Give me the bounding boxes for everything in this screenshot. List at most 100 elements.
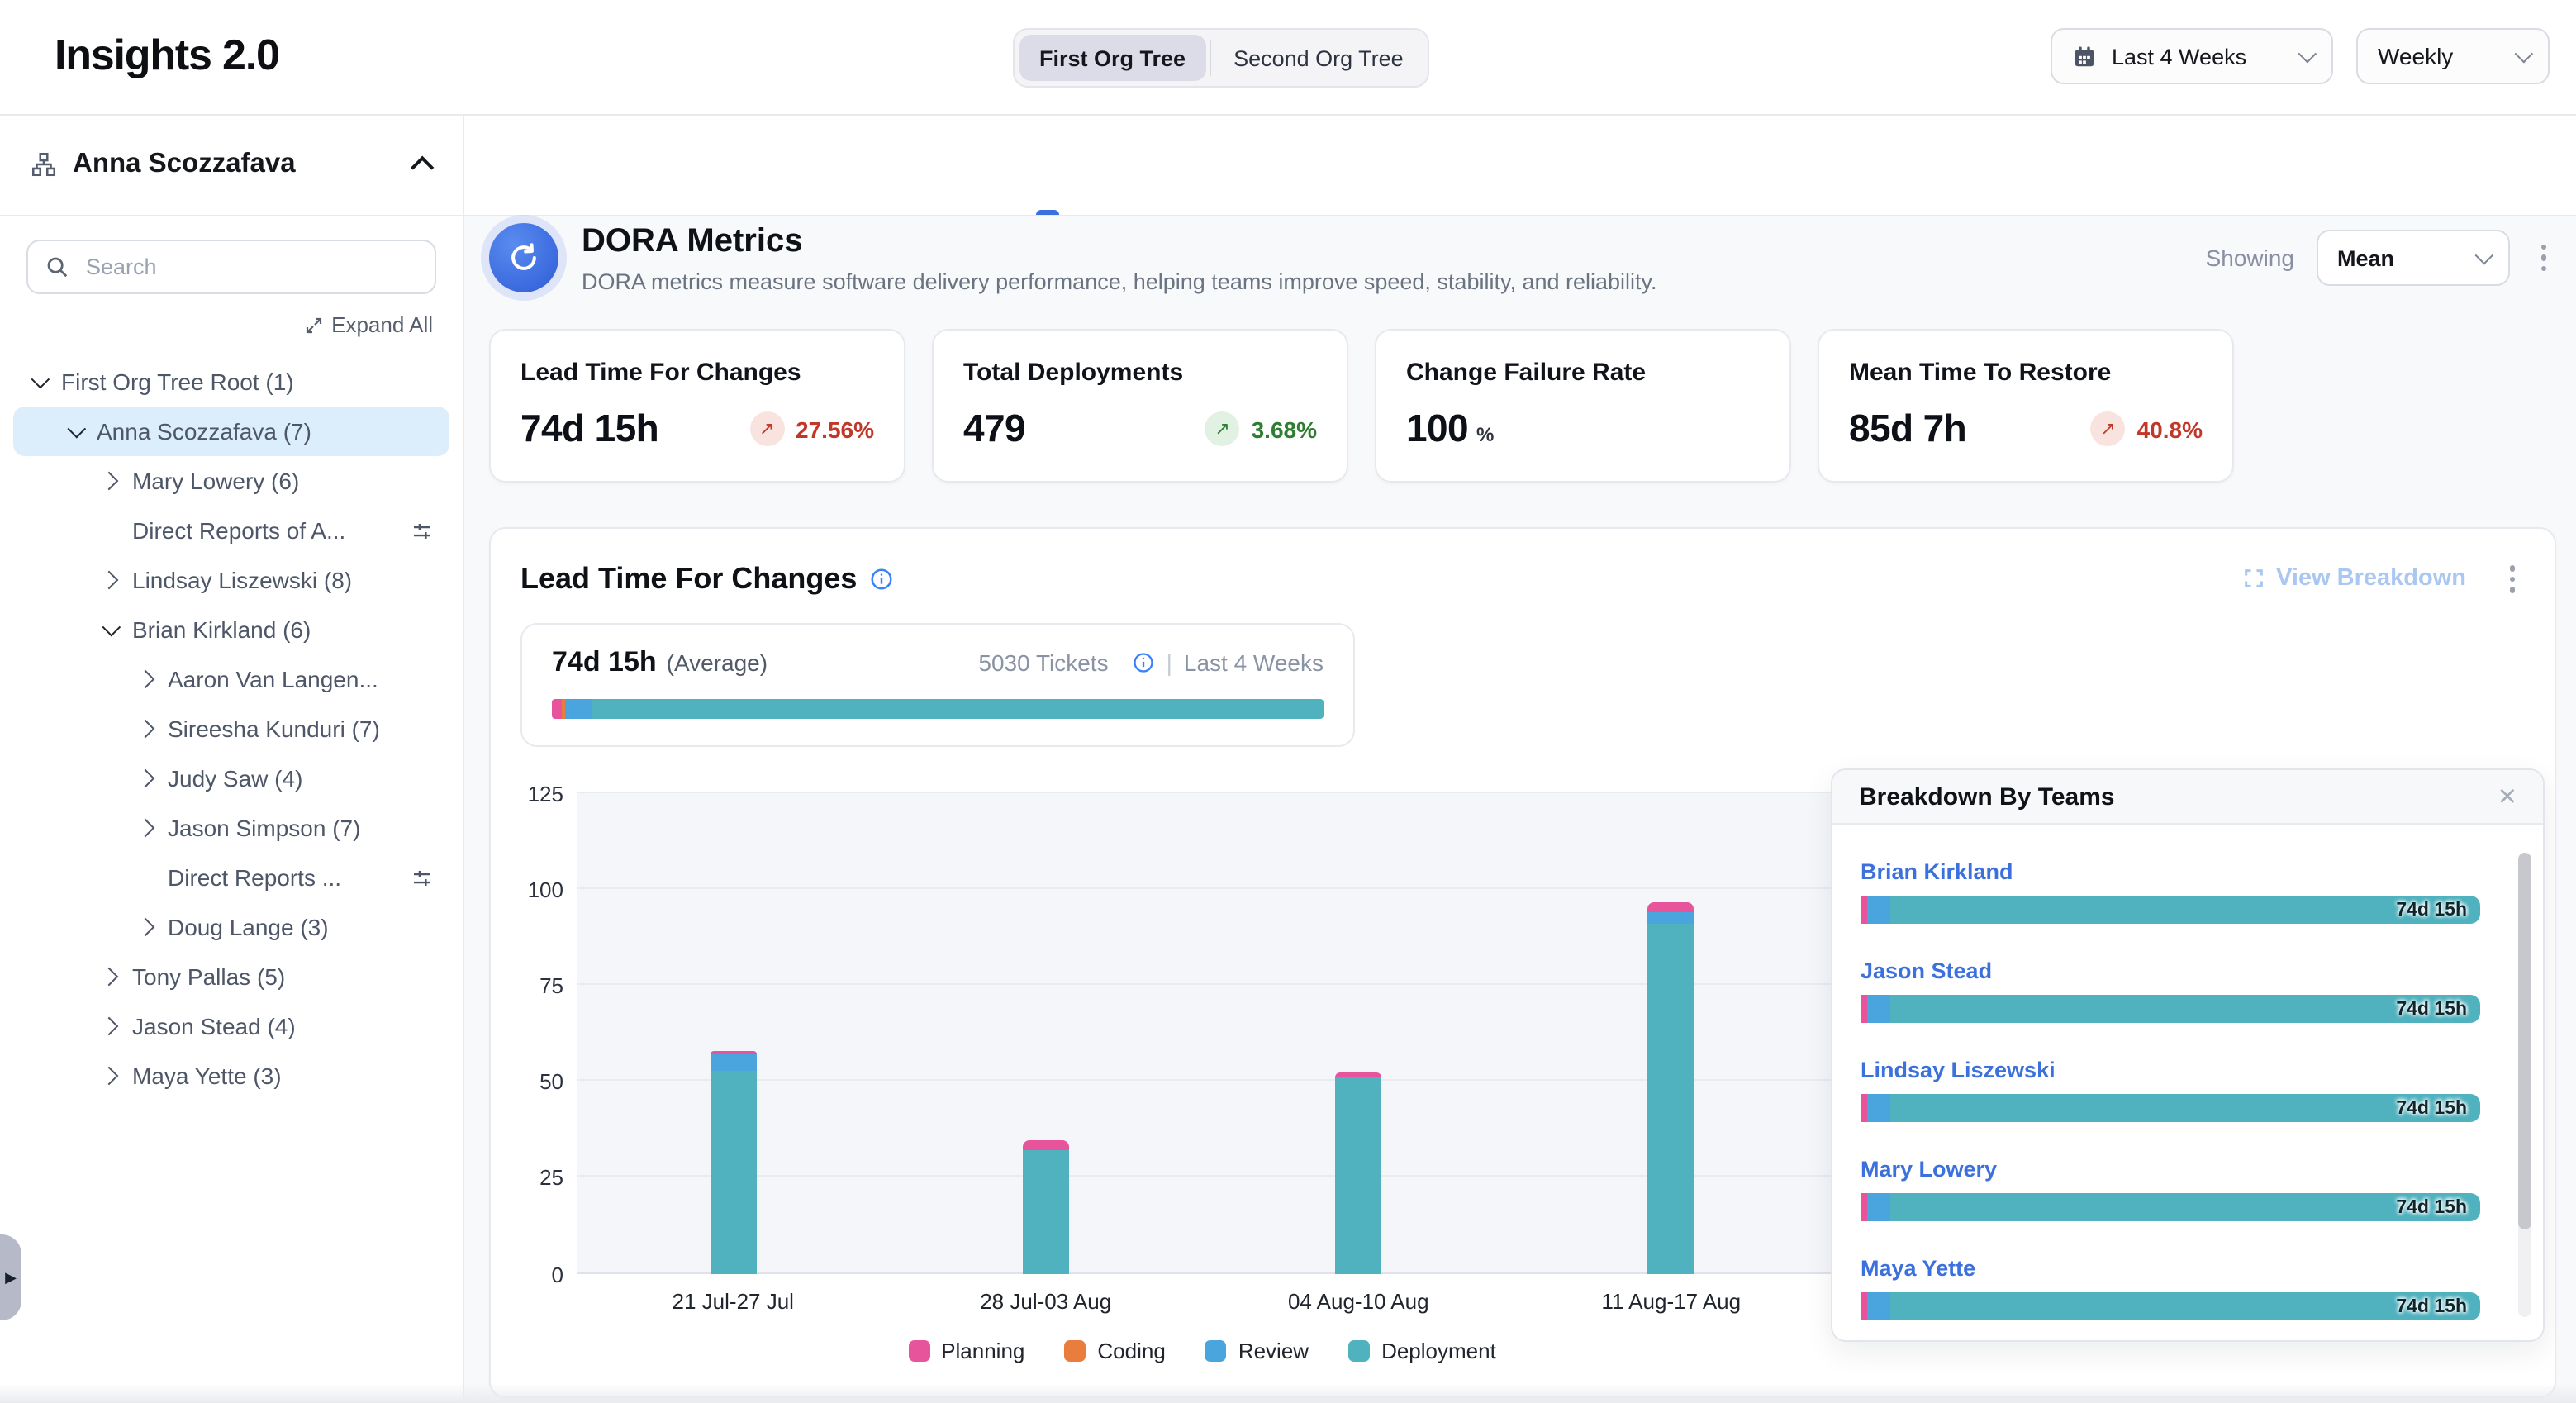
legend-item[interactable]: Deployment (1348, 1338, 1496, 1363)
kebab-menu-icon[interactable] (2531, 238, 2556, 278)
org-tree-toggle: First Org Tree Second Org Tree (1013, 28, 1430, 88)
tree-item[interactable]: Sireesha Kunduri (7) (13, 704, 449, 754)
tree-item[interactable]: Direct Reports of A... (13, 506, 449, 555)
top-controls: Last 4 Weeks Weekly (2051, 28, 2550, 84)
date-range-select[interactable]: Last 4 Weeks (2051, 28, 2333, 84)
expand-all-link[interactable]: Expand All (0, 312, 463, 337)
average-summary-card: 74d 15h (Average) 5030 Tickets | Last 4 … (520, 622, 1355, 746)
chevron-up-icon[interactable] (411, 155, 434, 178)
granularity-value: Weekly (2378, 43, 2453, 69)
team-link[interactable]: Lindsay Liszewski (1861, 1058, 2056, 1082)
dora-metric-cards: Lead Time For Changes 74d 15h ↗ 27.56% T… (489, 329, 2556, 483)
info-icon[interactable] (1132, 650, 1155, 673)
team-bar-segment-review (1867, 1292, 1889, 1320)
y-tick-label: 25 (539, 1166, 563, 1191)
tree-item[interactable]: Maya Yette (3) (13, 1051, 449, 1101)
team-value: 74d 15h (2396, 1098, 2467, 1118)
tree-item[interactable]: Aaron Van Langen... (13, 654, 449, 704)
team-phase-bar: 74d 15h (1861, 896, 2480, 924)
team-bar-segment-deployment (1889, 1193, 2480, 1221)
showing-select[interactable]: Mean (2316, 230, 2509, 286)
tree-item[interactable]: Lindsay Liszewski (8) (13, 555, 449, 605)
toggle-first-org-tree[interactable]: First Org Tree (1019, 35, 1205, 81)
scrollbar-thumb[interactable] (2518, 853, 2531, 1229)
chevron-icon (135, 769, 154, 788)
granularity-select[interactable]: Weekly (2356, 28, 2550, 84)
view-breakdown-button[interactable]: View Breakdown (2241, 566, 2466, 592)
view-breakdown-label: View Breakdown (2276, 566, 2466, 592)
chart-bar[interactable] (1335, 1073, 1381, 1273)
bar-segment-planning (1023, 1140, 1069, 1150)
tree-item-label: Jason Stead (4) (132, 1013, 296, 1039)
tree-item[interactable]: Judy Saw (4) (13, 754, 449, 803)
tree-item[interactable]: Anna Scozzafava (7) (13, 407, 449, 456)
chart-bar[interactable] (1023, 1140, 1069, 1273)
legend-item[interactable]: Planning (908, 1338, 1024, 1363)
y-tick-label: 50 (539, 1069, 563, 1094)
divider: | (1167, 649, 1172, 675)
chevron-icon (100, 571, 119, 590)
filter-sliders-icon[interactable] (410, 518, 435, 543)
metric-value-row: 100 % (1406, 407, 1760, 451)
bar-segment-deployment (1648, 923, 1694, 1273)
breakdown-row: Lindsay Liszewski 74d 15h (1861, 1056, 2480, 1122)
y-tick-label: 100 (528, 877, 563, 901)
breakdown-body: Brian Kirkland 74d 15h Jason Stead 74d 1… (1832, 825, 2543, 1320)
trend-arrow-icon: ↗ (1205, 411, 1240, 446)
team-link[interactable]: Jason Stead (1861, 958, 1992, 983)
team-bar-segment-review (1867, 896, 1889, 924)
top-header: Insights 2.0 First Org Tree Second Org T… (0, 0, 2576, 116)
team-phase-bar: 74d 15h (1861, 1292, 2480, 1320)
chevron-icon (100, 1017, 119, 1036)
tree-item[interactable]: Mary Lowery (6) (13, 456, 449, 506)
tree-item[interactable]: First Org Tree Root (1) (13, 357, 449, 407)
avg-bar-segment-planning (552, 698, 562, 718)
tree-item[interactable]: Jason Stead (4) (13, 1001, 449, 1051)
breakdown-panel: Breakdown By Teams × Brian Kirkland 74d … (1831, 768, 2545, 1342)
legend-item[interactable]: Coding (1064, 1338, 1165, 1363)
toggle-second-org-tree[interactable]: Second Org Tree (1214, 35, 1423, 81)
chart-bar[interactable] (1648, 901, 1694, 1273)
kebab-menu-icon[interactable] (2499, 559, 2525, 599)
scrollbar-track[interactable] (2518, 853, 2531, 1317)
chevron-icon (100, 472, 119, 491)
tree-item-label: Direct Reports ... (168, 864, 341, 891)
legend-item[interactable]: Review (1205, 1338, 1309, 1363)
chevron-icon (67, 420, 86, 439)
info-icon[interactable] (868, 567, 893, 592)
main-tabs (464, 114, 2576, 216)
metric-unit: % (1476, 422, 1494, 445)
team-bar-segment-deployment (1889, 995, 2480, 1023)
sidebar-collapse-handle[interactable]: ▶ (0, 1234, 21, 1320)
team-bar-segment-planning (1861, 1292, 1867, 1320)
tree-item-label: Aaron Van Langen... (168, 666, 378, 692)
chart-bar[interactable] (710, 1050, 756, 1273)
tree-item[interactable]: Doug Lange (3) (13, 902, 449, 952)
metric-title: Change Failure Rate (1406, 359, 1760, 387)
tree-item-label: Mary Lowery (6) (132, 468, 299, 494)
team-link[interactable]: Mary Lowery (1861, 1157, 1997, 1182)
metric-value-row: 479 ↗ 3.68% (963, 407, 1317, 451)
search-input[interactable] (83, 253, 418, 281)
team-link[interactable]: Maya Yette (1861, 1256, 1975, 1281)
tree-item[interactable]: Jason Simpson (7) (13, 803, 449, 853)
tickets-count: 5030 Tickets (978, 649, 1108, 675)
tree-item-label: Anna Scozzafava (7) (97, 418, 311, 445)
tree-item[interactable]: Tony Pallas (5) (13, 952, 449, 1001)
tree-item-label: Brian Kirkland (6) (132, 616, 311, 643)
tree-item[interactable]: Direct Reports ... (13, 853, 449, 902)
expand-all-icon (303, 315, 323, 335)
trend-arrow-icon: ↗ (749, 411, 784, 446)
team-bar-segment-planning (1861, 1193, 1867, 1221)
team-link[interactable]: Brian Kirkland (1861, 859, 2013, 884)
breakdown-row: Maya Yette 74d 15h (1861, 1254, 2480, 1320)
dora-description: DORA metrics measure software delivery p… (582, 269, 1657, 294)
filter-sliders-icon[interactable] (410, 865, 435, 890)
close-icon[interactable]: × (2498, 781, 2517, 812)
team-phase-bar: 74d 15h (1861, 995, 2480, 1023)
team-bar-segment-planning (1861, 995, 1867, 1023)
average-value: 74d 15h (552, 645, 657, 678)
bar-segment-planning (1648, 901, 1694, 911)
app-title: Insights 2.0 (55, 30, 279, 81)
tree-item[interactable]: Brian Kirkland (6) (13, 605, 449, 654)
